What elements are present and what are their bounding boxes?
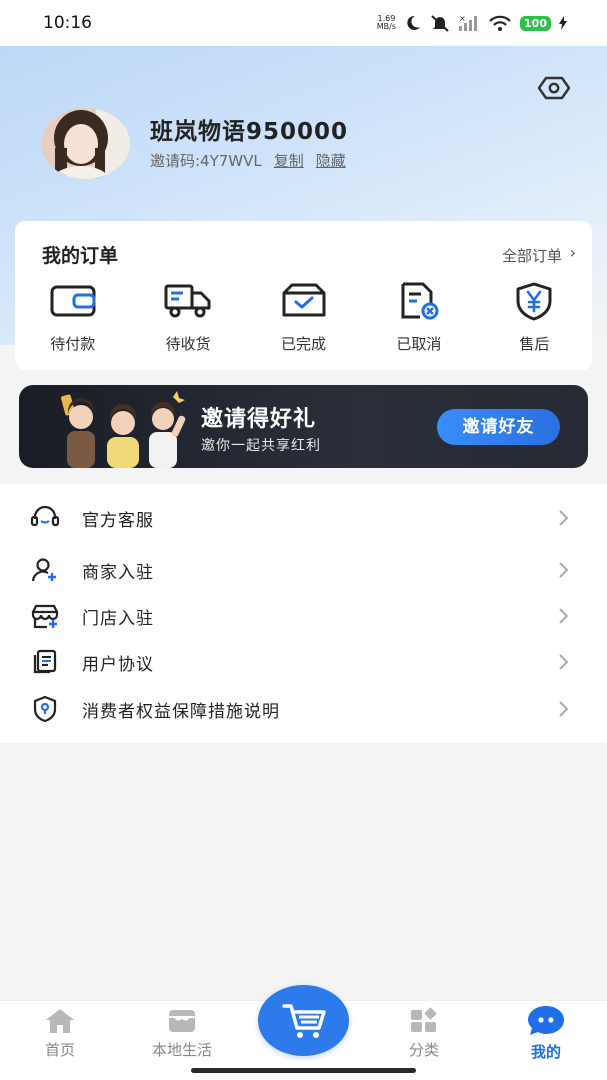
chat-bubble-icon: [528, 1006, 564, 1035]
hexagon-settings-icon: [537, 76, 571, 100]
order-cancelled[interactable]: 已取消: [361, 281, 476, 354]
settings-button[interactable]: [537, 72, 571, 104]
yen-shield-icon: [516, 282, 552, 321]
banner-title: 邀请得好礼: [201, 407, 317, 432]
doc-cancel-icon: [401, 282, 439, 320]
copy-link[interactable]: 复制: [274, 150, 304, 171]
invite-code: 邀请码:4Y7WVL: [150, 152, 262, 170]
truck-icon: [164, 284, 211, 318]
charging-icon: [559, 16, 567, 30]
order-to-receive[interactable]: 待收货: [130, 281, 245, 354]
shield-icon: [30, 694, 60, 724]
document-icon: [30, 647, 60, 677]
chevron-right-icon: [559, 562, 569, 578]
avatar[interactable]: [41, 108, 130, 179]
tab-category[interactable]: 分类: [404, 1007, 444, 1060]
chevron-right-icon: [559, 608, 569, 624]
home-indicator: [191, 1068, 416, 1073]
moon-icon: [407, 15, 421, 30]
invite-code-row: 邀请码:4Y7WVL 复制 隐藏: [150, 150, 346, 171]
username: 班岚物语950000: [150, 119, 349, 145]
cart-button[interactable]: [258, 985, 349, 1056]
status-bar: 10:16 1.69 MB/s × 100: [0, 0, 607, 46]
menu-item-user-agreement[interactable]: 用户协议: [0, 639, 607, 685]
cart-icon: [281, 1003, 326, 1038]
tab-mine[interactable]: 我的: [523, 1003, 569, 1062]
chevron-right-icon: [559, 510, 569, 526]
svg-text:×: ×: [459, 14, 466, 23]
order-after-sales[interactable]: 售后: [477, 281, 592, 354]
user-plus-icon: [30, 555, 60, 585]
banner-subtitle: 邀你一起共享红利: [201, 438, 321, 454]
invite-banner[interactable]: 邀请得好礼 邀你一起共享红利 邀请好友: [19, 385, 588, 468]
tab-home[interactable]: 首页: [40, 1007, 80, 1060]
chevron-right-icon: [559, 654, 569, 670]
menu-list: 官方客服 商家入驻 门店入驻 用户协议 消费者权益保障措施说明: [0, 484, 607, 743]
box-check-icon: [282, 283, 326, 317]
mute-bell-icon: [431, 15, 449, 32]
shop-icon: [169, 1010, 195, 1032]
net-speed: 1.69 MB/s: [376, 14, 397, 31]
status-icons: 1.69 MB/s × 100: [377, 14, 567, 32]
hide-link[interactable]: 隐藏: [316, 150, 346, 171]
battery-indicator: 100: [520, 15, 551, 31]
avatar-image: [41, 108, 130, 179]
friends-illustration: [61, 391, 186, 468]
order-completed[interactable]: 已完成: [246, 281, 361, 354]
orders-title: 我的订单: [42, 245, 119, 267]
chevron-right-icon: ›: [569, 243, 576, 262]
menu-item-customer-service[interactable]: 官方客服: [0, 495, 607, 541]
invite-friends-button[interactable]: 邀请好友: [437, 409, 560, 445]
category-icon: [411, 1007, 437, 1032]
signal-icon: ×: [459, 14, 478, 31]
chevron-right-icon: [559, 701, 569, 717]
wallet-icon: [50, 285, 96, 317]
order-status-list: 待付款 待收货 已完成 已取消 售后: [15, 281, 592, 354]
order-pending-payment[interactable]: 待付款: [15, 281, 130, 354]
all-orders-link[interactable]: 全部订单: [502, 245, 562, 266]
tab-local-life[interactable]: 本地生活: [141, 1007, 223, 1060]
menu-item-merchant-join[interactable]: 商家入驻: [0, 547, 607, 593]
home-icon: [46, 1009, 74, 1033]
wifi-icon: [489, 15, 511, 31]
menu-item-consumer-rights[interactable]: 消费者权益保障措施说明: [0, 686, 607, 732]
store-plus-icon: [30, 601, 60, 631]
headset-icon: [30, 503, 60, 533]
menu-item-store-join[interactable]: 门店入驻: [0, 593, 607, 639]
status-time: 10:16: [43, 13, 92, 33]
orders-card: 我的订单 全部订单 › 待付款 待收货 已完成 已取消 售后: [15, 221, 592, 370]
